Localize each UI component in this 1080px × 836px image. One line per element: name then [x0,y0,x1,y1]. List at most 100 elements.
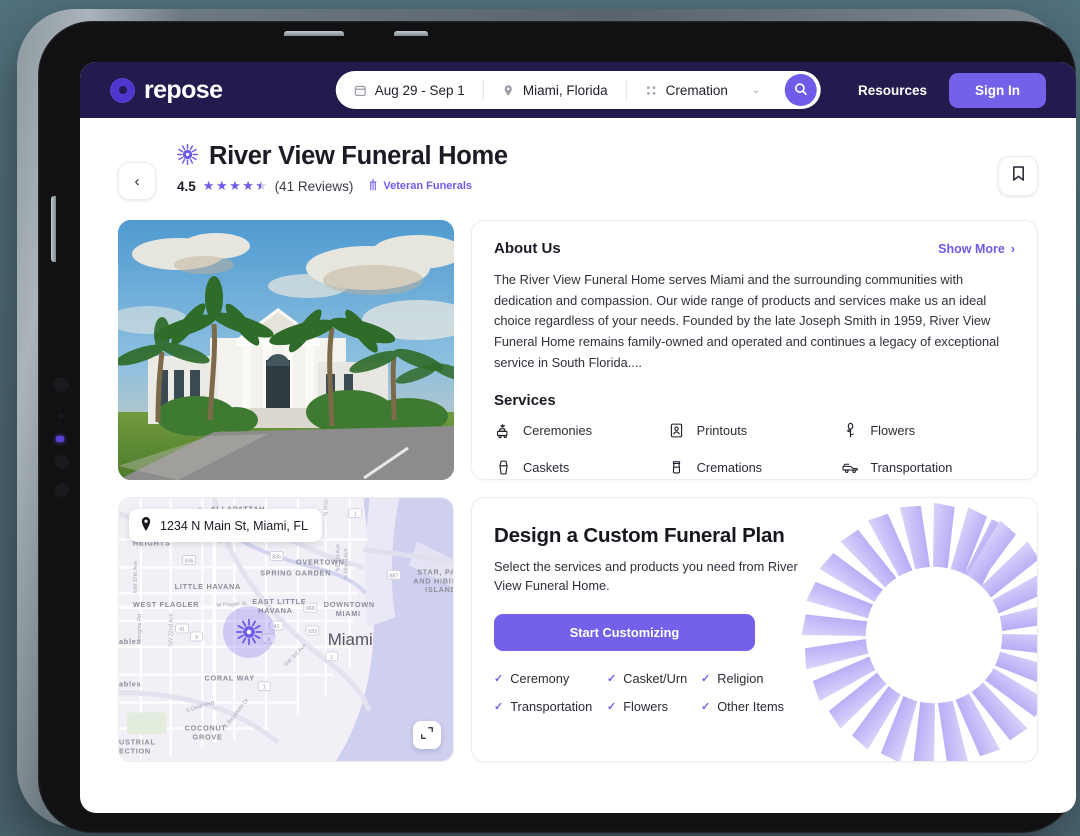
service-label: Printouts [696,423,748,439]
service-item-flowers[interactable]: Flowers [841,422,1015,440]
svg-text:SW 22nd Ave: SW 22nd Ave [169,613,175,647]
cross-icon [368,178,378,194]
expand-map-button[interactable] [413,721,441,749]
feature-label: Transportation [510,699,593,715]
ir-sensor [55,483,69,497]
plan-features: ✓ Ceremony ✓ Casket/Urn ✓ Religion ✓ Tra… [494,671,794,714]
star-rating: ★ ★ ★ ★ ★★ [203,178,268,194]
service-item-transportation[interactable]: Transportation [841,459,1015,477]
check-icon: ✓ [607,701,617,714]
printouts-icon [668,422,686,440]
svg-text:N Miami Ave: N Miami Ave [324,498,330,516]
star-half-icon: ★★ [255,178,268,193]
feature-transportation: ✓ Transportation [494,699,607,714]
svg-text:N Miami Ave: N Miami Ave [344,548,350,579]
feature-flowers: ✓ Flowers [607,699,701,714]
svg-text:GROVE: GROVE [193,732,223,741]
service-type-field[interactable]: Cremation ⌄ [627,71,779,109]
feature-ceremony: ✓ Ceremony [494,671,607,686]
service-label: Flowers [870,423,916,439]
feature-label: Religion [717,671,764,687]
property-photo[interactable] [118,220,454,480]
tablet-frame: repose Aug 29 - Sep 1 Miami, Florida Cre… [17,9,1076,833]
date-range-field[interactable]: Aug 29 - Sep 1 [336,71,483,109]
address-text: 1234 N Main St, Miami, FL [160,518,308,533]
plan-title: Design a Custom Funeral Plan [494,524,785,547]
star-icon: ★ [202,178,215,193]
feature-label: Other Items [717,699,785,715]
svg-text:NE 1st Ave: NE 1st Ave [336,544,342,571]
location-map[interactable]: ALLAPATTAH HEIGHTS OVERTOWN SPRING GARDE… [118,497,454,762]
volume-button[interactable] [51,196,56,262]
listing-page: ‹ River View Funeral Home 4.5 ★ ★ ★ ★ ★ … [80,118,1076,762]
nav-resources-link[interactable]: Resources [858,83,927,98]
service-item-printouts[interactable]: Printouts [668,422,842,440]
services-title: Services [494,391,556,409]
location-field[interactable]: Miami, Florida [484,71,626,109]
svg-text:968: 968 [306,606,315,612]
svg-text:WEST FLAGLER: WEST FLAGLER [133,600,199,609]
services-grid: Ceremonies Printouts Flowers Caskets Cre… [494,422,1015,477]
show-more-link[interactable]: Show More › [938,242,1015,256]
bookmark-icon [1011,165,1026,187]
show-more-label: Show More [938,241,1005,256]
check-icon: ✓ [701,673,711,686]
brand-logo[interactable]: repose [110,76,223,105]
svg-text:CORAL WAY: CORAL WAY [204,674,254,683]
svg-text:STAR, PA: STAR, PA [417,567,453,576]
rating-row: 4.5 ★ ★ ★ ★ ★★ (41 Reviews) [177,178,508,194]
veteran-badge-label: Veteran Funerals [383,180,472,192]
back-button[interactable]: ‹ [118,162,156,200]
tablet-body: repose Aug 29 - Sep 1 Miami, Florida Cre… [38,21,1076,833]
star-icon: ★ [229,178,242,193]
feature-religion: ✓ Religion [701,671,794,686]
feature-label: Ceremony [510,671,570,687]
depth-sensor [55,455,69,469]
search-bar[interactable]: Aug 29 - Sep 1 Miami, Florida Cremation … [335,71,821,109]
front-camera [54,377,69,392]
service-item-cremations[interactable]: Cremations [668,459,842,477]
map-marker[interactable] [223,606,275,658]
ambient-sensor [58,413,64,419]
casket-icon [494,459,512,477]
service-label: Transportation [870,460,953,476]
flowers-icon [841,422,859,440]
feature-label: Casket/Urn [623,671,688,687]
date-range-value: Aug 29 - Sep 1 [374,82,465,98]
chevron-down-icon[interactable]: ⌄ [752,85,760,96]
svg-text:USTRIAL: USTRIAL [119,737,156,746]
expand-icon [420,726,434,745]
secondary-top-button[interactable] [394,31,428,36]
search-button[interactable] [784,74,817,106]
check-icon: ✓ [494,673,504,686]
check-icon: ✓ [607,673,617,686]
svg-text:EAST LITTLE: EAST LITTLE [252,597,306,606]
chevron-right-icon: › [1010,241,1015,256]
start-customizing-button[interactable]: Start Customizing [494,614,755,652]
sign-in-button[interactable]: Sign In [949,72,1046,108]
feature-casket-urn: ✓ Casket/Urn [607,671,701,686]
bookmark-button[interactable] [998,156,1038,196]
star-icon: ★ [215,178,229,193]
service-item-caskets[interactable]: Caskets [494,459,668,477]
svg-text:ISLAND: ISLAND [425,585,453,594]
svg-text:41: 41 [179,627,185,633]
hearse-icon [841,459,859,477]
rating-value: 4.5 [177,178,196,194]
service-label: Cremations [696,460,763,476]
page-title: River View Funeral Home [209,142,508,170]
svg-text:836: 836 [272,554,281,560]
screen: repose Aug 29 - Sep 1 Miami, Florida Cre… [80,62,1076,813]
svg-text:ECTION: ECTION [119,746,151,755]
calendar-icon [354,84,367,97]
feature-other-items: ✓ Other Items [701,699,794,714]
veteran-badge: Veteran Funerals [368,178,472,194]
service-item-ceremonies[interactable]: Ceremonies [494,422,668,440]
grid-icon [645,84,658,97]
search-icon [793,82,807,99]
power-button[interactable] [284,31,344,36]
nav-actions: Resources Sign In [858,72,1046,108]
svg-text:1: 1 [330,655,333,661]
map-pin-icon [502,84,515,97]
svg-text:887: 887 [389,573,398,579]
